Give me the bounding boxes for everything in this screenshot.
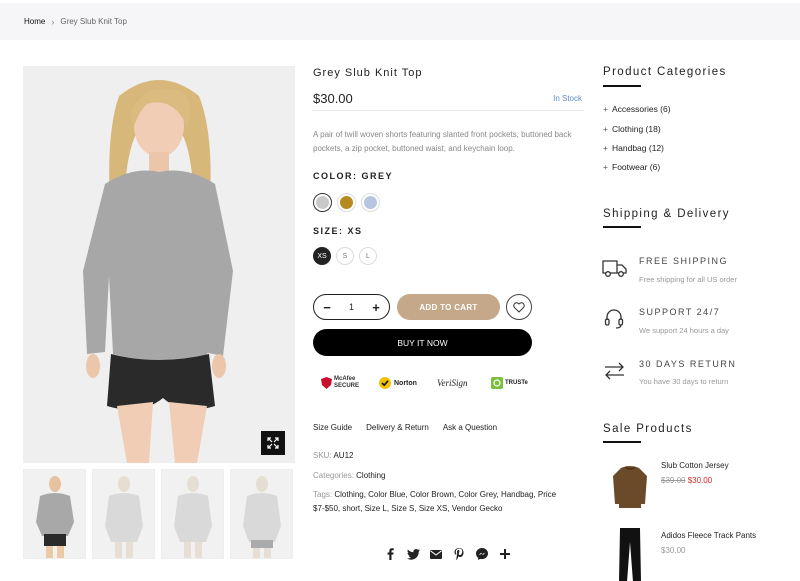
sale-product-image-jersey[interactable] [603,458,657,518]
expand-icon [267,437,279,449]
product-description: A pair of twill woven shorts featuring s… [313,130,572,153]
verisign-badge: VeriSign [437,378,468,388]
sale-product-price: $39.00 $30.00 [661,476,712,485]
sku-value: AU12 [333,451,354,460]
delivery-return-link[interactable]: Delivery & Return [366,423,429,432]
new-price: $30.00 [687,476,713,485]
old-price: $39.00 [661,476,686,485]
sale-product-name[interactable]: Slub Cotton Jersey [661,461,729,470]
categories-row: Categories: Clothing [313,469,585,483]
sale-product-name[interactable]: Adidos Fleece Track Pants [661,531,756,540]
categories-label: Categories: [313,471,354,480]
size-label: SIZE: XS [313,226,363,236]
thumbnail-strip [23,469,295,559]
color-label: COLOR: GREY [313,171,394,181]
messenger-icon[interactable] [475,547,489,561]
product-main-image[interactable] [23,66,295,463]
plus-icon: + [603,162,608,172]
thumbnail-1[interactable] [23,469,86,559]
share-icons [383,547,512,561]
heading-underline [603,226,641,228]
size-options: XS S L [313,247,377,265]
chevron-right-icon: › [51,16,55,27]
breadcrumb: Home › Grey Slub Knit Top [0,3,800,40]
free-shipping-subtitle: Free shipping for all US order [639,275,737,284]
thumbnail-2[interactable] [92,469,155,559]
product-price: $30.00 [313,91,353,106]
price-row: $30.00 In Stock [313,88,584,111]
buy-now-button[interactable]: BUY IT NOW [313,329,532,356]
size-option-s[interactable]: S [336,247,354,265]
norton-badge: Norton [379,372,417,394]
color-swatches [313,193,380,212]
heading-underline [603,85,641,87]
product-categories-heading: Product Categories [603,66,727,78]
shipping-delivery-heading: Shipping & Delivery [603,208,730,220]
return-arrows-icon [602,360,628,384]
wishlist-button[interactable] [506,294,532,320]
more-share-plus-icon[interactable] [498,547,512,561]
add-to-cart-button[interactable]: ADD TO CART [397,294,500,320]
sku-row: SKU: AU12 [313,449,585,463]
twitter-icon[interactable] [406,547,420,561]
thumbnail-3[interactable] [161,469,224,559]
plus-icon: + [603,104,608,114]
sku-label: SKU: [313,451,332,460]
category-item-handbag[interactable]: + Handbag (12) [603,143,664,153]
breadcrumb-current: Grey Slub Knit Top [60,17,127,26]
category-item-footwear[interactable]: + Footwear (6) [603,162,660,172]
return-title: 30 DAYS RETURN [639,359,737,369]
sale-products-heading: Sale Products [603,423,693,435]
sale-product-price: $30.00 [661,546,686,555]
facebook-icon[interactable] [383,547,397,561]
headset-icon [602,308,628,332]
category-item-accessories[interactable]: + Accessories (6) [603,104,671,114]
plus-icon: + [603,143,608,153]
tags-value[interactable]: Clothing, Color Blue, Color Brown, Color… [313,490,556,513]
color-swatch-brown[interactable] [337,193,356,212]
truck-icon [602,257,628,281]
heart-icon [513,301,525,313]
quantity-value[interactable]: 1 [349,302,354,312]
size-option-xs[interactable]: XS [313,247,331,265]
breadcrumb-home-link[interactable]: Home [24,17,45,26]
categories-value[interactable]: Clothing [356,471,385,480]
truste-icon [491,377,503,389]
color-swatch-grey[interactable] [313,193,332,212]
heading-underline [603,441,641,443]
ask-question-link[interactable]: Ask a Question [443,423,497,432]
pinterest-icon[interactable] [452,547,466,561]
product-title: Grey Slub Knit Top [313,67,423,79]
tags-label: Tags: [313,490,333,499]
truste-badge: TRUSTe [491,372,528,394]
mcafee-badge: McAfee SECURE [321,372,364,394]
plus-icon[interactable]: + [370,300,382,315]
free-shipping-title: FREE SHIPPING [639,256,729,266]
trust-badges: McAfee SECURE Norton VeriSign TRUSTe [321,372,541,394]
minus-icon[interactable]: − [321,300,333,315]
mcafee-shield-icon [321,377,332,389]
color-swatch-blue[interactable] [361,193,380,212]
support-title: SUPPORT 24/7 [639,307,721,317]
size-option-l[interactable]: L [359,247,377,265]
size-guide-link[interactable]: Size Guide [313,423,352,432]
plus-icon: + [603,124,608,134]
thumbnail-4[interactable] [230,469,293,559]
stock-status: In Stock [553,94,582,103]
return-subtitle: You have 30 days to return [639,377,729,386]
email-icon[interactable] [429,547,443,561]
norton-check-icon [379,377,391,389]
zoom-expand-button[interactable] [261,431,285,455]
support-subtitle: We support 24 hours a day [639,326,729,335]
category-item-clothing[interactable]: + Clothing (18) [603,124,661,134]
sale-product-image-pants[interactable] [603,524,657,581]
tags-row: Tags: Clothing, Color Blue, Color Brown,… [313,488,585,516]
product-links: Size Guide Delivery & Return Ask a Quest… [313,423,497,432]
quantity-stepper: − 1 + [313,294,390,320]
